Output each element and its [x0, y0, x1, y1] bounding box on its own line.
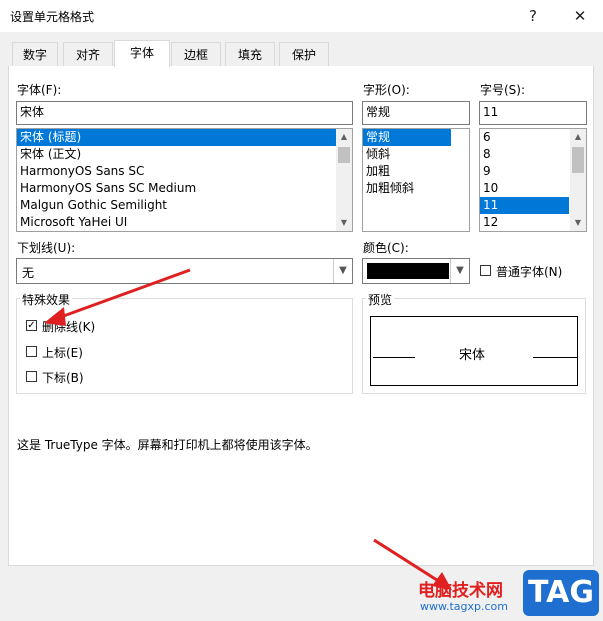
watermark-site: 电脑技术网	[418, 581, 503, 601]
watermark-badge: TAG	[523, 570, 599, 616]
watermark-url: www.tagxp.com	[420, 600, 508, 613]
annotation-arrows	[44, 268, 452, 590]
arrow-head-icon	[44, 307, 66, 326]
arrow-to-strikethrough	[57, 268, 191, 320]
tab-font[interactable]: 字体	[114, 40, 170, 67]
